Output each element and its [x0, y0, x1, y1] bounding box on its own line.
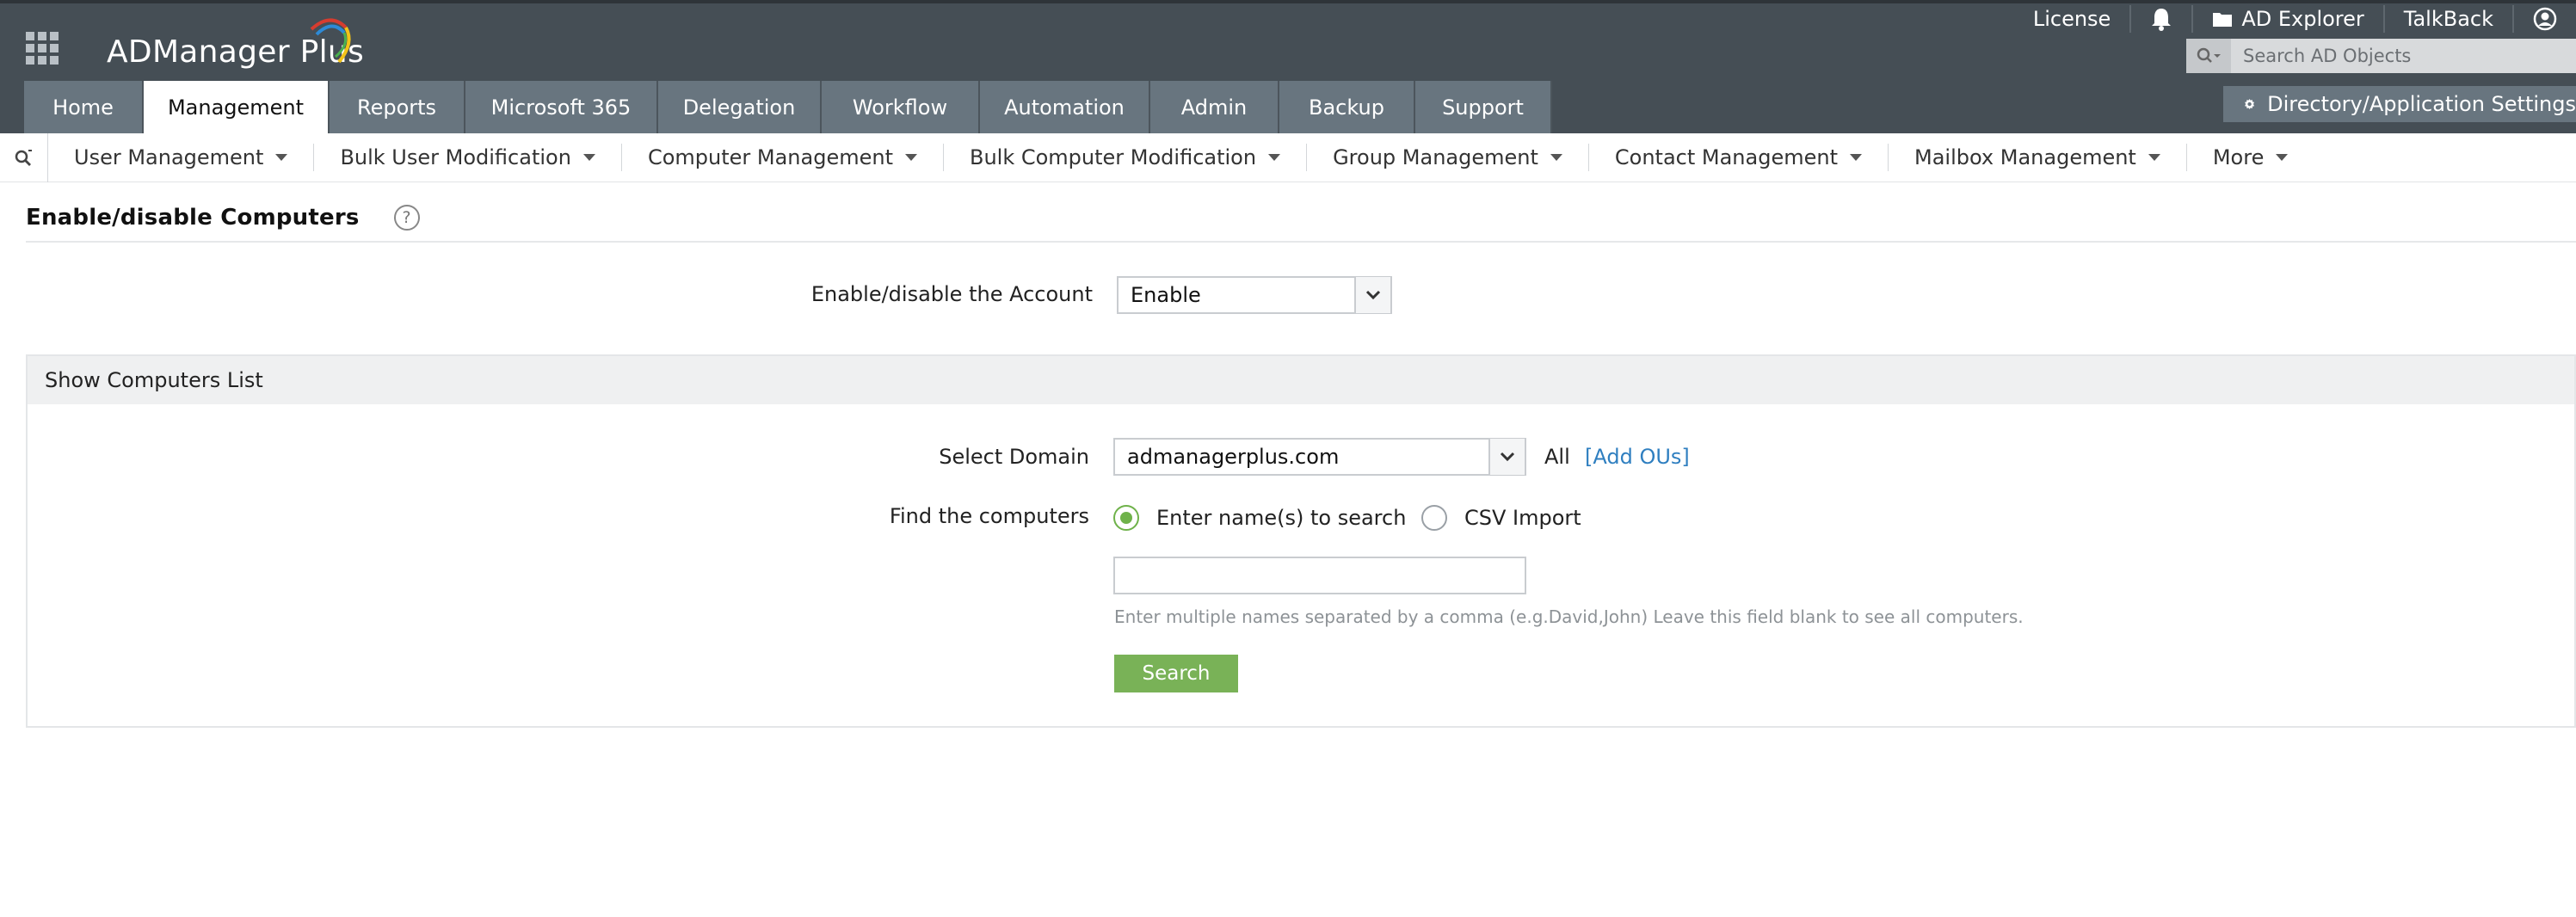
ad-explorer-link[interactable]: AD Explorer [2193, 7, 2382, 31]
caret-down-icon [275, 154, 288, 161]
talkback-link[interactable]: TalkBack [2385, 7, 2512, 31]
radio-csv-import[interactable] [1421, 505, 1447, 531]
subnav-bulk-computer-modification[interactable]: Bulk Computer Modification [944, 144, 1308, 171]
show-computers-panel: Show Computers List [26, 354, 2576, 728]
caret-down-icon [1550, 154, 1562, 161]
folder-icon [2213, 13, 2233, 27]
caret-down-icon [1849, 154, 1862, 161]
panel-title: Show Computers List [28, 356, 2574, 404]
subnav-label: Bulk User Modification [340, 145, 571, 169]
subnav-group-management[interactable]: Group Management [1307, 144, 1589, 171]
subnav-label: Mailbox Management [1914, 145, 2136, 169]
tab-management[interactable]: Management [144, 81, 330, 133]
subnav-label: Group Management [1333, 145, 1538, 169]
subnav-search-icon[interactable] [0, 132, 48, 182]
tab-home[interactable]: Home [24, 81, 144, 133]
settings-label: Directory/Application Settings [2267, 92, 2576, 116]
subnav-user-management[interactable]: User Management [48, 144, 315, 171]
select-domain-label: Select Domain [939, 445, 1089, 469]
main-tabs: Home Management Reports Microsoft 365 De… [24, 81, 1552, 133]
subnav-bulk-user-modification[interactable]: Bulk User Modification [314, 144, 622, 171]
search-ad-objects-input[interactable] [2231, 45, 2567, 67]
subnav-label: Contact Management [1614, 145, 1838, 169]
subnav-more[interactable]: More [2187, 144, 2314, 171]
management-subnav: User Management Bulk User Modification C… [0, 132, 2576, 182]
gear-icon [2245, 98, 2255, 110]
top-links: License AD Explorer TalkBack [2014, 0, 2576, 38]
tab-support[interactable]: Support [1415, 81, 1552, 133]
caret-down-icon [582, 154, 595, 161]
page-title-bar: Enable/disable Computers ? [26, 194, 2576, 243]
tab-automation[interactable]: Automation [980, 81, 1150, 133]
radio-enter-names[interactable] [1113, 505, 1139, 531]
domain-value: admanagerplus.com [1127, 445, 1340, 469]
search-button[interactable]: Search [1114, 655, 1238, 692]
tab-admin[interactable]: Admin [1150, 81, 1279, 133]
ad-object-search [2186, 39, 2576, 73]
chevron-down-icon [1354, 277, 1390, 313]
account-action-select[interactable]: Enable [1117, 276, 1392, 314]
radio-enter-names-label[interactable]: Enter name(s) to search [1156, 506, 1406, 530]
add-ous-link[interactable]: [Add OUs] [1585, 445, 1690, 469]
find-option-csv: CSV Import [1421, 505, 1581, 531]
ad-explorer-label: AD Explorer [2241, 7, 2364, 31]
caret-down-icon [1268, 154, 1281, 161]
subnav-label: Bulk Computer Modification [969, 145, 1257, 169]
caret-down-icon [2276, 154, 2289, 161]
domain-select[interactable]: admanagerplus.com [1113, 438, 1526, 476]
chevron-down-icon [1488, 439, 1525, 475]
search-options-icon[interactable] [2186, 39, 2231, 73]
caret-down-icon [904, 154, 917, 161]
subnav-label: More [2212, 145, 2265, 169]
app-header: ADManager Plus License AD Explorer TalkB… [0, 0, 2576, 133]
find-option-names: Enter name(s) to search [1113, 505, 1406, 531]
app-launcher-grid-icon[interactable] [26, 32, 59, 65]
computer-names-input[interactable] [1113, 557, 1526, 594]
account-action-label: Enable/disable the Account [810, 282, 1093, 306]
subnav-computer-management[interactable]: Computer Management [622, 144, 944, 171]
notifications-bell-icon[interactable] [2131, 7, 2191, 31]
tab-reports[interactable]: Reports [330, 81, 465, 133]
caret-down-icon [2148, 154, 2160, 161]
radio-csv-import-label[interactable]: CSV Import [1464, 506, 1581, 530]
tab-backup[interactable]: Backup [1279, 81, 1415, 133]
find-computers-label: Find the computers [889, 504, 1089, 528]
subnav-contact-management[interactable]: Contact Management [1589, 144, 1889, 171]
subnav-mailbox-management[interactable]: Mailbox Management [1889, 144, 2187, 171]
ou-scope-label: All [1544, 445, 1570, 469]
help-icon[interactable]: ? [393, 205, 420, 231]
tab-workflow[interactable]: Workflow [822, 81, 980, 133]
page-title: Enable/disable Computers [26, 205, 360, 231]
tab-delegation[interactable]: Delegation [658, 81, 822, 133]
names-hint: Enter multiple names separated by a comm… [1114, 606, 2024, 627]
subnav-label: Computer Management [647, 145, 893, 169]
logo-swoosh-icon [310, 18, 351, 64]
directory-application-settings-button[interactable]: Directory/Application Settings [2223, 86, 2576, 122]
user-avatar-icon[interactable] [2514, 7, 2576, 31]
account-action-value: Enable [1131, 283, 1201, 307]
tab-microsoft-365[interactable]: Microsoft 365 [465, 81, 658, 133]
license-link[interactable]: License [2014, 7, 2129, 31]
subnav-label: User Management [74, 145, 264, 169]
